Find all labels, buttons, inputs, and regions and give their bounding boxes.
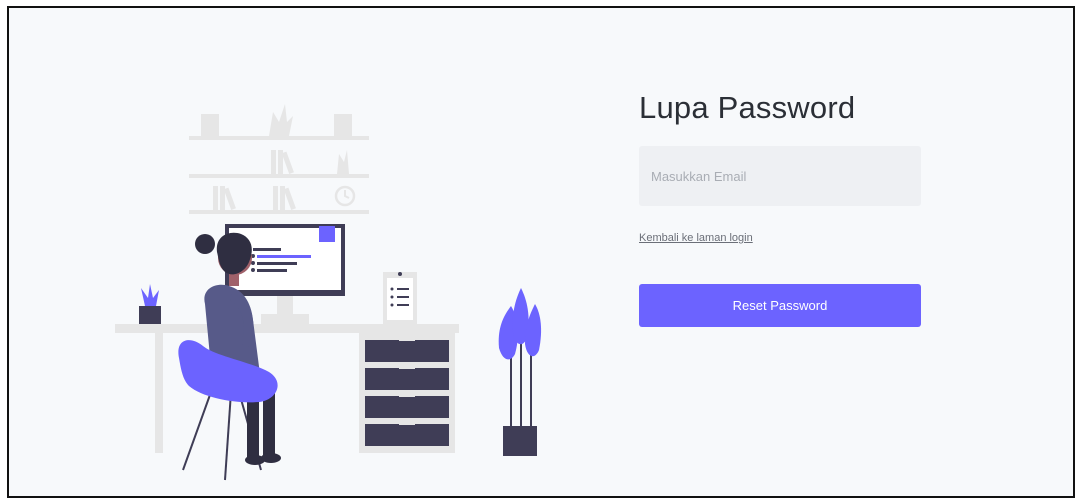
page-frame: Lupa Password Kembali ke laman login Res… [7, 6, 1075, 498]
small-plant-icon [139, 284, 161, 324]
tall-plant-icon [498, 288, 542, 456]
back-to-login-link[interactable]: Kembali ke laman login [639, 232, 753, 244]
reset-password-button[interactable]: Reset Password [639, 284, 921, 327]
clipboard-icon [383, 272, 417, 324]
page-title: Lupa Password [639, 90, 856, 125]
person-at-desk-illustration-icon [115, 104, 542, 481]
forgot-password-form: Lupa Password Kembali ke laman login Res… [639, 90, 923, 327]
bookshelf-icon [189, 104, 369, 214]
email-input[interactable] [639, 146, 921, 206]
desk-icon [115, 324, 459, 453]
